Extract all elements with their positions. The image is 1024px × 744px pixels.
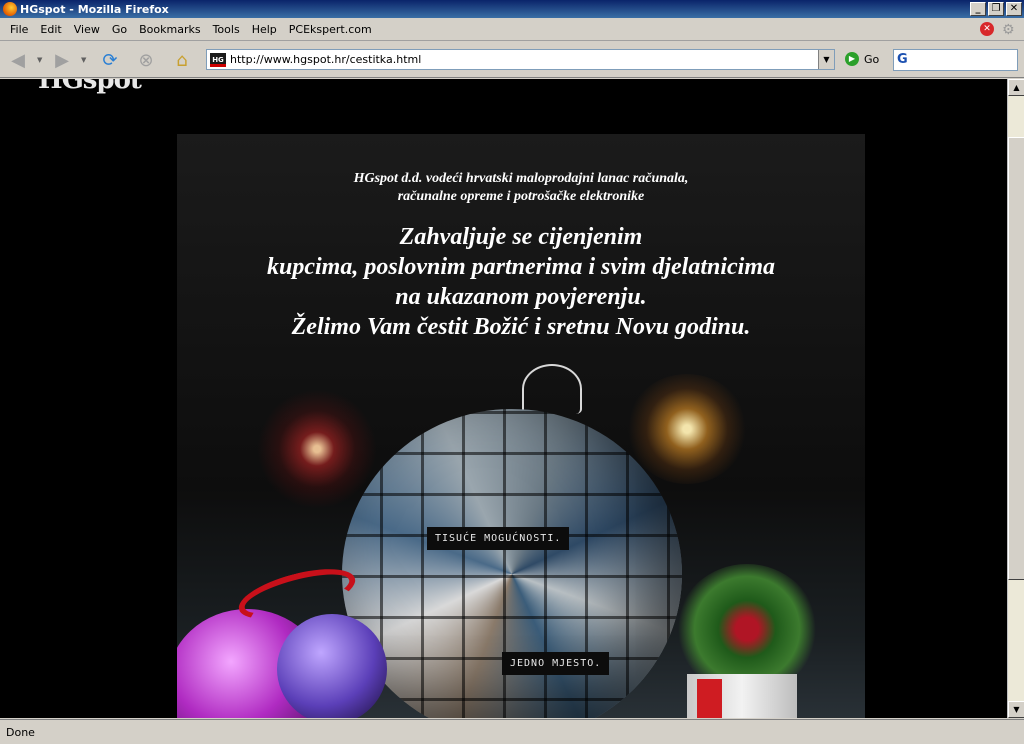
back-dropdown-icon[interactable]: ▼ xyxy=(37,56,42,64)
status-text: Done xyxy=(6,725,35,739)
intro-line: HGspot d.d. vodeći hrvatski maloprodajni… xyxy=(353,171,689,186)
window-title: HGspot - Mozilla Firefox xyxy=(20,2,169,16)
firefox-icon xyxy=(3,2,17,16)
home-button[interactable]: ⌂ xyxy=(170,48,194,72)
page-viewport: HGspot HGspot d.d. vodeći hrvatski malop… xyxy=(0,79,1007,718)
go-button[interactable]: ▶ Go xyxy=(845,52,879,66)
menu-bookmarks[interactable]: Bookmarks xyxy=(133,23,206,36)
menu-edit[interactable]: Edit xyxy=(34,23,67,36)
scroll-up-icon[interactable]: ▲ xyxy=(1008,79,1024,96)
menu-view[interactable]: View xyxy=(68,23,106,36)
firework-red xyxy=(257,389,377,509)
menu-tools[interactable]: Tools xyxy=(207,23,246,36)
url-dropdown-icon[interactable]: ▼ xyxy=(818,50,834,69)
ornament-bow xyxy=(522,364,582,414)
message-line: kupcima, poslovnim partnerima i svim dje… xyxy=(266,254,776,280)
url-text: http://www.hgspot.hr/cestitka.html xyxy=(230,53,422,66)
stop-button[interactable]: ⊗ xyxy=(134,48,158,72)
message-line: na ukazanom povjerenju. xyxy=(395,284,647,310)
stop-load-icon[interactable]: ✕ xyxy=(980,22,994,36)
label-tisuce-mogucnosti: TISUĆE MOGUĆNOSTI. xyxy=(427,527,570,550)
gear-icon: ⚙ xyxy=(1002,22,1015,38)
forward-dropdown-icon[interactable]: ▼ xyxy=(81,56,86,64)
go-label: Go xyxy=(864,52,880,66)
message-line: Želimo Vam čestit Božić i sretnu Novu go… xyxy=(291,314,751,340)
site-favicon: HG xyxy=(210,52,226,67)
forward-button[interactable]: ▶ xyxy=(50,48,74,72)
gift-ribbon xyxy=(697,679,722,718)
label-jedno-mjesto: JEDNO MJESTO. xyxy=(502,652,610,675)
reload-button[interactable]: ⟳ xyxy=(98,48,122,72)
window-controls: _ ❐ ✕ xyxy=(970,2,1022,16)
greeting-message: Zahvaljuje se cijenjenim kupcima, poslov… xyxy=(177,222,865,342)
close-button[interactable]: ✕ xyxy=(1006,2,1022,16)
menu-pcekspert[interactable]: PCEkspert.com xyxy=(283,23,378,36)
title-bar: HGspot - Mozilla Firefox _ ❐ ✕ xyxy=(0,0,1024,18)
vertical-scrollbar[interactable]: ▲ ▼ xyxy=(1007,79,1024,718)
firework-gold xyxy=(627,374,747,484)
scroll-down-icon[interactable]: ▼ xyxy=(1008,701,1024,718)
violet-bauble xyxy=(277,614,387,718)
greeting-card: HGspot d.d. vodeći hrvatski maloprodajni… xyxy=(177,134,865,718)
back-button[interactable]: ◀ xyxy=(6,48,30,72)
status-bar: Done xyxy=(0,719,1024,744)
restore-button[interactable]: ❐ xyxy=(988,2,1004,16)
intro-text: HGspot d.d. vodeći hrvatski maloprodajni… xyxy=(177,170,865,206)
intro-line: računalne opreme i potrošačke elektronik… xyxy=(397,189,645,204)
search-input[interactable]: G xyxy=(893,49,1018,71)
minimize-button[interactable]: _ xyxy=(970,2,986,16)
menu-bar: File Edit View Go Bookmarks Tools Help P… xyxy=(0,19,1024,41)
scroll-thumb[interactable] xyxy=(1008,137,1024,580)
url-bar[interactable]: HG http://www.hgspot.hr/cestitka.html ▼ xyxy=(206,49,835,70)
menu-go[interactable]: Go xyxy=(106,23,133,36)
message-line: Zahvaljuje se cijenjenim xyxy=(399,224,643,250)
site-logo[interactable]: HGspot xyxy=(38,79,142,95)
menu-file[interactable]: File xyxy=(4,23,34,36)
go-arrow-icon: ▶ xyxy=(845,52,859,66)
menu-help[interactable]: Help xyxy=(246,23,283,36)
google-search-icon[interactable]: G xyxy=(897,52,908,67)
